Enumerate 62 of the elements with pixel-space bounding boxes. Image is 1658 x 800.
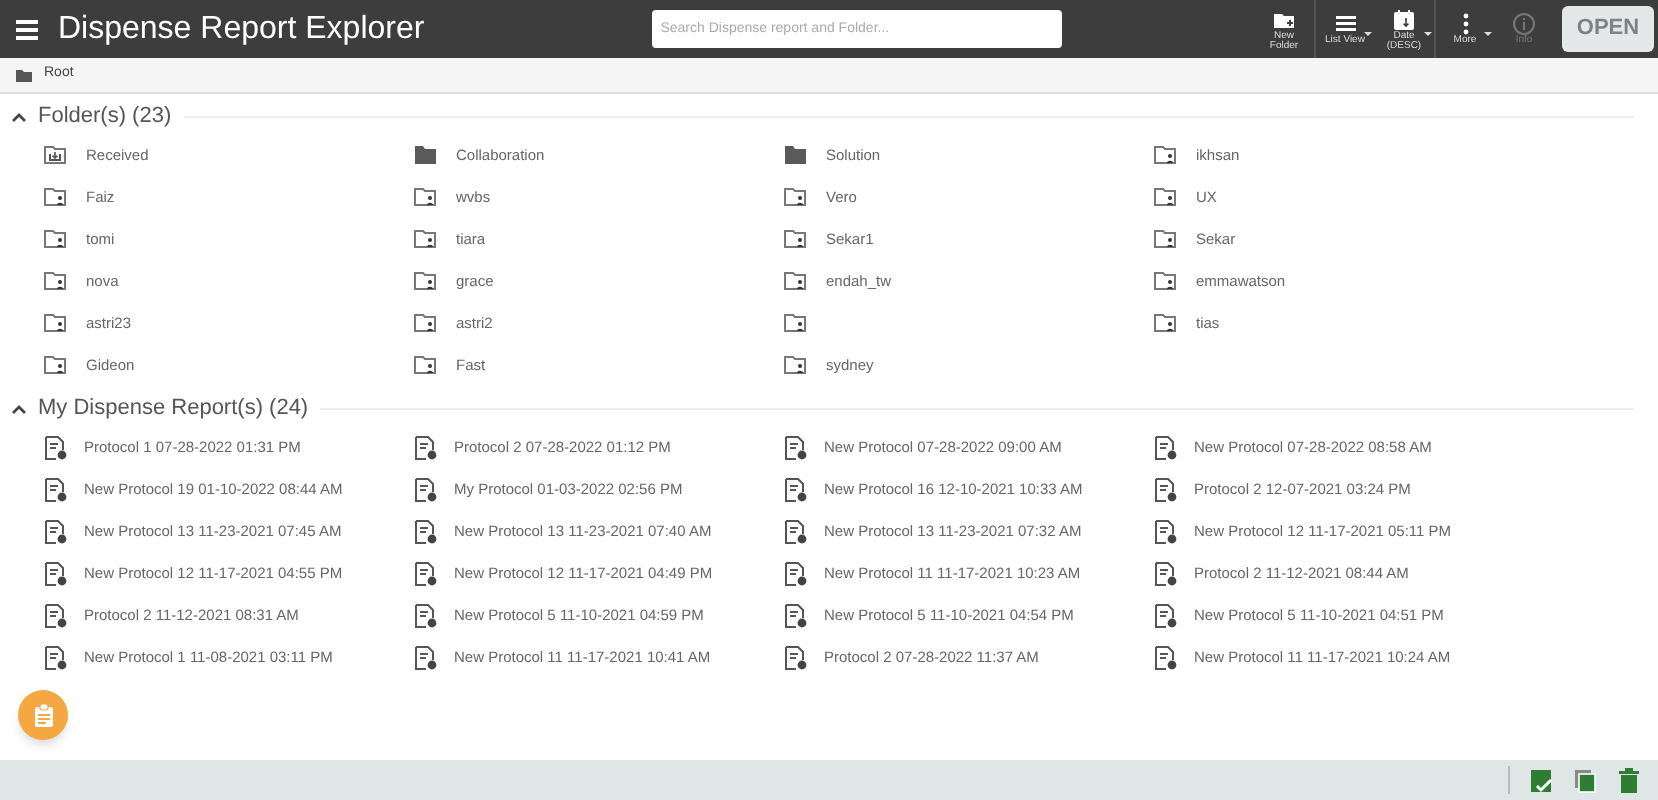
folder-icon[interactable] bbox=[784, 144, 808, 166]
report-icon[interactable] bbox=[784, 603, 808, 627]
user-folder-icon[interactable] bbox=[784, 270, 808, 292]
user-folder-icon[interactable] bbox=[44, 270, 68, 292]
report-icon[interactable] bbox=[44, 645, 68, 669]
user-folder-icon[interactable] bbox=[44, 186, 68, 208]
report-icon[interactable] bbox=[784, 645, 808, 669]
user-folder-icon[interactable] bbox=[784, 228, 808, 250]
chevron-icon[interactable] bbox=[12, 111, 26, 121]
user-folder-icon[interactable] bbox=[44, 228, 68, 250]
section-title: My Dispense Report(s) (24) bbox=[38, 393, 309, 424]
user-folder-icon[interactable] bbox=[784, 312, 808, 334]
user-folder-icon[interactable] bbox=[1154, 186, 1178, 208]
menu-icon[interactable] bbox=[16, 19, 38, 39]
report-icon[interactable] bbox=[784, 435, 808, 459]
report-icon[interactable] bbox=[1154, 645, 1178, 669]
clipboard-fab[interactable] bbox=[18, 690, 68, 740]
inbox-folder-icon[interactable] bbox=[44, 144, 68, 166]
user-folder-icon[interactable] bbox=[414, 186, 438, 208]
report-icon[interactable] bbox=[1154, 603, 1178, 627]
report-icon[interactable] bbox=[1154, 435, 1178, 459]
user-folder-icon[interactable] bbox=[414, 354, 438, 376]
calendar-icon bbox=[1392, 7, 1416, 31]
clipboard-icon bbox=[33, 703, 53, 727]
section-title: Folder(s) (23) bbox=[38, 101, 172, 132]
user-folder-icon[interactable] bbox=[784, 186, 808, 208]
report-icon[interactable] bbox=[1154, 519, 1178, 543]
report-icon[interactable] bbox=[1154, 477, 1178, 501]
report-icon[interactable] bbox=[44, 435, 68, 459]
user-folder-icon[interactable] bbox=[784, 354, 808, 376]
user-folder-icon[interactable] bbox=[414, 228, 438, 250]
user-folder-icon[interactable] bbox=[1154, 312, 1178, 334]
user-folder-icon[interactable] bbox=[1154, 228, 1178, 250]
report-icon[interactable] bbox=[414, 519, 438, 543]
report-icon[interactable] bbox=[784, 477, 808, 501]
chevron-icon[interactable] bbox=[12, 403, 26, 413]
info-icon bbox=[1512, 12, 1536, 36]
report-icon[interactable] bbox=[414, 435, 438, 459]
report-icon[interactable] bbox=[44, 477, 68, 501]
report-icon[interactable] bbox=[414, 603, 438, 627]
folder-icon bbox=[16, 69, 32, 81]
checklist-icon[interactable] bbox=[1528, 767, 1554, 793]
report-icon[interactable] bbox=[44, 561, 68, 585]
folder-icon[interactable] bbox=[414, 144, 438, 166]
report-icon[interactable] bbox=[44, 519, 68, 543]
user-folder-icon[interactable] bbox=[44, 354, 68, 376]
trash-icon[interactable] bbox=[1616, 767, 1642, 793]
report-icon[interactable] bbox=[414, 477, 438, 501]
report-icon[interactable] bbox=[784, 561, 808, 585]
user-folder-icon[interactable] bbox=[1154, 144, 1178, 166]
report-icon[interactable] bbox=[784, 519, 808, 543]
list-icon bbox=[1333, 12, 1357, 36]
user-folder-icon[interactable] bbox=[414, 270, 438, 292]
app-title: Dispense Report Explorer bbox=[58, 9, 425, 49]
report-icon[interactable] bbox=[1154, 561, 1178, 585]
user-folder-icon[interactable] bbox=[1154, 270, 1178, 292]
user-folder-icon[interactable] bbox=[414, 312, 438, 334]
copy-icon[interactable] bbox=[1572, 767, 1598, 793]
report-icon[interactable] bbox=[44, 603, 68, 627]
user-folder-icon[interactable] bbox=[44, 312, 68, 334]
report-icon[interactable] bbox=[414, 561, 438, 585]
report-icon[interactable] bbox=[414, 645, 438, 669]
